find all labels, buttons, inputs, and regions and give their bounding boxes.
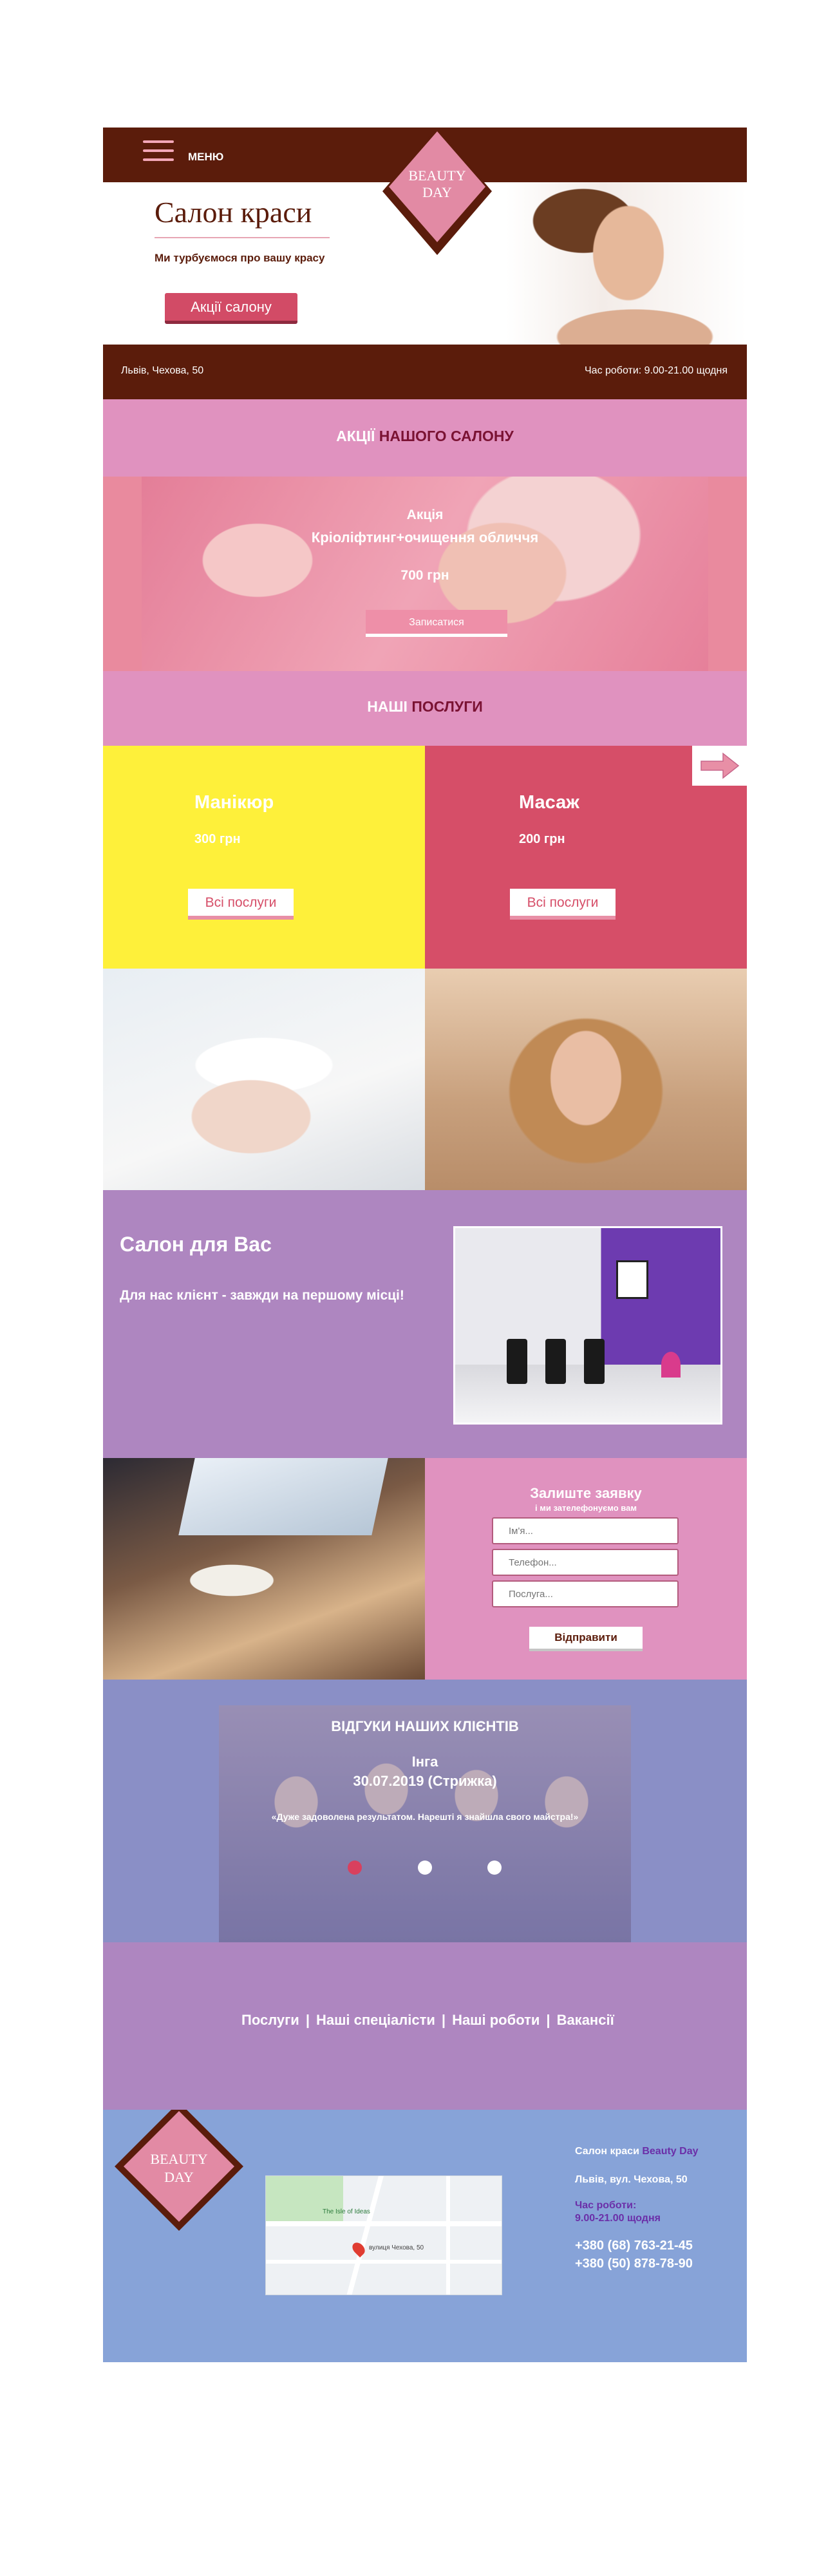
name-input[interactable] xyxy=(492,1517,679,1544)
contact-info-bar: Львів, Чехова, 50 Час роботи: 9.00-21.00… xyxy=(103,345,747,399)
svg-text:BEAUTY: BEAUTY xyxy=(150,2151,207,2167)
nav-links: Послуги | Наші спеціалісти | Наші роботи | Вак… xyxy=(241,2012,614,2028)
form-title: Залиште заявку xyxy=(530,1485,642,1501)
model-portrait-photo xyxy=(425,969,747,1190)
header-working-hours: Час роботи: 9.00-21.00 щодня xyxy=(585,365,728,376)
phone-input[interactable] xyxy=(492,1549,679,1576)
footer-hours-value: 9.00-21.00 щодня xyxy=(575,2213,661,2224)
all-services-button[interactable]: Всі послуги xyxy=(510,889,616,920)
hero-model-photo xyxy=(506,182,747,345)
arrow-right-icon xyxy=(701,752,740,779)
callback-form: Залиште заявку і ми зателефонуємо вам Ві… xyxy=(425,1458,747,1680)
slider-dot-3[interactable] xyxy=(487,1861,502,1875)
slider-dot-1[interactable] xyxy=(348,1861,362,1875)
salon-title: Салон для Вас xyxy=(120,1233,272,1256)
service-name: Манікюр xyxy=(194,792,274,813)
service-price: 200 грн xyxy=(519,832,565,846)
salon-promotions-button[interactable]: Акції салону xyxy=(165,293,297,324)
footer: BEAUTY DAY The Isle of Ideas вулиця Чехо… xyxy=(103,2110,747,2362)
svg-text:BEAUTY: BEAUTY xyxy=(408,167,466,184)
header-address: Львів, Чехова, 50 xyxy=(121,365,204,376)
services-heading: НАШІ ПОСЛУГИ xyxy=(367,698,483,715)
reviews-section: ВІДГУКИ НАШИХ КЛІЄНТІВ Інга 30.07.2019 (… xyxy=(103,1680,747,1942)
promotions-heading-section: АКЦІЇ НАШОГО САЛОНУ xyxy=(103,399,747,477)
footer-company: Салон краси Beauty Day xyxy=(575,2146,699,2157)
form-subtitle: і ми зателефонуємо вам xyxy=(535,1503,637,1513)
promotions-heading: АКЦІЇ НАШОГО САЛОНУ xyxy=(336,428,514,444)
review-author: Інга xyxy=(411,1754,438,1770)
landing-page: МЕНЮ Салон краси Ми турбуємося про вашу … xyxy=(103,0,747,2576)
laptop-desk-photo xyxy=(103,1458,425,1680)
promo-label: Акція xyxy=(406,507,444,522)
service-card-manicure: Манікюр 300 грн Всі послуги xyxy=(103,746,425,969)
facial-treatment-photo xyxy=(103,969,425,1190)
hero-subtitle: Ми турбуємося про вашу красу xyxy=(155,252,325,264)
service-input[interactable] xyxy=(492,1580,679,1607)
menu-label[interactable]: МЕНЮ xyxy=(188,151,223,164)
happy-clients-photo xyxy=(219,1705,631,1942)
promotion-banner: Акція Кріоліфтинг+очищення обличчя 700 г… xyxy=(103,477,747,671)
footer-logo[interactable]: BEAUTY DAY xyxy=(115,2110,243,2231)
book-button[interactable]: Записатися xyxy=(366,610,507,637)
footer-address: Львів, вул. Чехова, 50 xyxy=(575,2174,688,2185)
next-slide-button[interactable] xyxy=(692,746,747,786)
svg-text:DAY: DAY xyxy=(422,184,452,200)
promo-name: Кріоліфтинг+очищення обличчя xyxy=(311,529,539,545)
services-heading-section: НАШІ ПОСЛУГИ xyxy=(103,671,747,746)
svg-text:DAY: DAY xyxy=(164,2169,194,2185)
salon-interior-photo xyxy=(453,1226,722,1425)
location-map[interactable]: The Isle of Ideas вулиця Чехова, 50 xyxy=(265,2175,502,2295)
footer-phone-1[interactable]: +380 (68) 763-21-45 xyxy=(575,2239,693,2253)
nav-link-works[interactable]: Наші роботи xyxy=(452,2012,540,2028)
title-underline xyxy=(155,237,330,238)
map-street-label: вулиця Чехова, 50 xyxy=(369,2244,424,2251)
review-date: 30.07.2019 (Стрижка) xyxy=(353,1773,497,1789)
nav-link-services[interactable]: Послуги xyxy=(241,2012,299,2028)
salon-subtitle: Для нас клієнт - завжди на першому місці… xyxy=(120,1288,404,1303)
review-quote: «Дуже задоволена результатом. Нарешті я … xyxy=(271,1812,579,1822)
promo-price: 700 грн xyxy=(400,568,449,583)
hamburger-menu-icon[interactable] xyxy=(143,140,174,162)
footer-hours-label: Час роботи: xyxy=(575,2200,637,2211)
nav-link-specialists[interactable]: Наші спеціалісти xyxy=(316,2012,435,2028)
map-place-label: The Isle of Ideas xyxy=(323,2208,370,2215)
salon-about-section: Салон для Вас Для нас клієнт - завжди на… xyxy=(103,1190,747,1458)
service-name: Масаж xyxy=(519,792,579,813)
page-title: Салон краси xyxy=(155,196,312,229)
nav-link-vacancies[interactable]: Вакансії xyxy=(557,2012,614,2028)
footer-phone-2[interactable]: +380 (50) 878-78-90 xyxy=(575,2257,693,2271)
submit-button[interactable]: Відправити xyxy=(529,1627,643,1651)
reviews-heading: ВІДГУКИ НАШИХ КЛІЄНТІВ xyxy=(331,1718,519,1734)
service-price: 300 грн xyxy=(194,832,241,846)
slider-dot-2[interactable] xyxy=(418,1861,432,1875)
footer-navigation: Послуги | Наші спеціалісти | Наші роботи | Вак… xyxy=(103,1942,747,2110)
all-services-button[interactable]: Всі послуги xyxy=(188,889,294,920)
beauty-day-logo[interactable]: BEAUTY DAY xyxy=(382,128,492,255)
